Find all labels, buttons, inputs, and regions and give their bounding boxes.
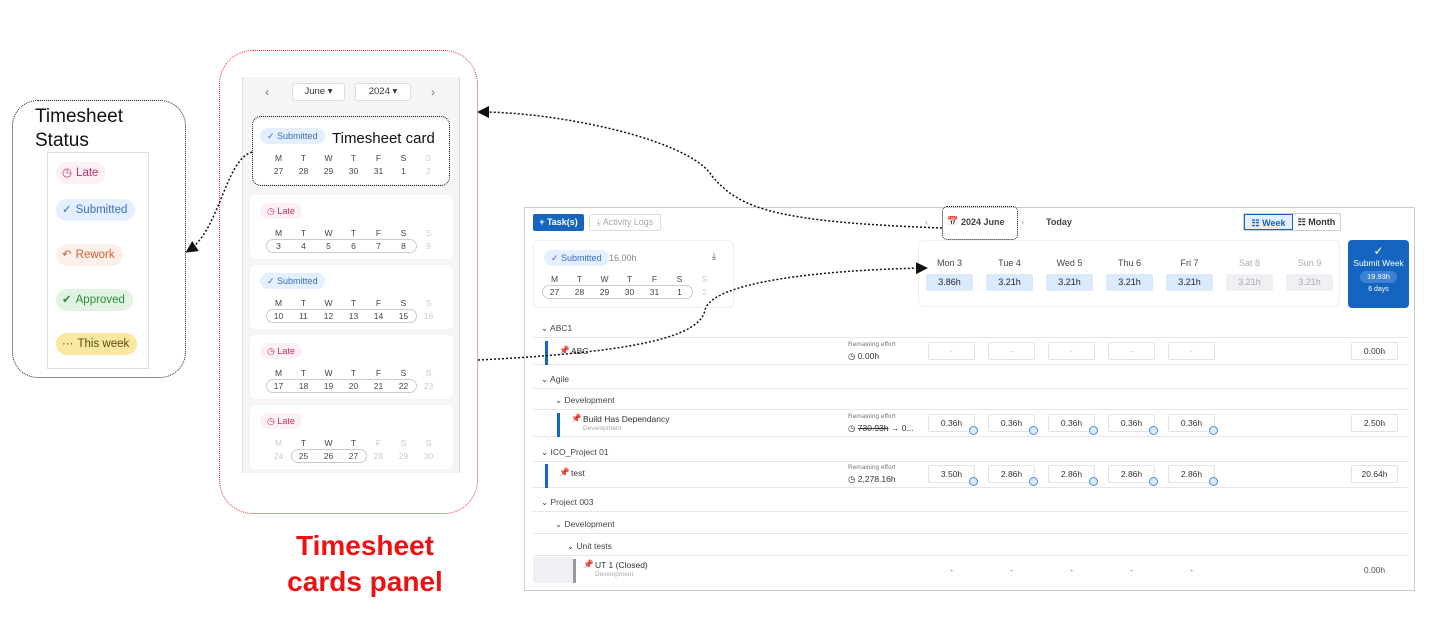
- arrow-card-to-legend: [185, 151, 253, 253]
- arrow-date-to-panel: [477, 106, 943, 229]
- connector-arrows: [185, 106, 943, 361]
- arrow-panel-to-days: [477, 262, 928, 361]
